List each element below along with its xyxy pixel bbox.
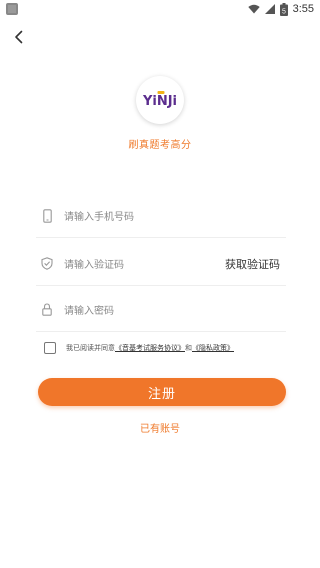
back-button[interactable]: [8, 26, 30, 48]
agreement-checkbox[interactable]: [44, 342, 56, 354]
has-account-link[interactable]: 已有账号: [0, 420, 320, 435]
code-placeholder: 请输入验证码: [64, 260, 124, 271]
battery-icon: 5: [279, 2, 288, 16]
lock-icon: [40, 302, 54, 318]
app-slogan: 刷真题考高分: [128, 140, 192, 151]
status-time: 3:55: [292, 3, 314, 15]
phone-icon: [40, 208, 54, 224]
svg-text:5: 5: [282, 8, 286, 15]
agreement-and: 和: [185, 344, 192, 352]
svg-text:YiNJi: YiNJi: [142, 94, 177, 109]
phone-field[interactable]: 请输入手机号码: [36, 194, 286, 238]
app-logo: YiNJi: [136, 76, 184, 124]
get-code-button[interactable]: 获取验证码: [225, 256, 280, 272]
phone-placeholder: 请输入手机号码: [64, 212, 134, 223]
service-terms-link[interactable]: 《音基考试服务协议》: [115, 343, 185, 353]
shield-icon: [40, 256, 54, 272]
agreement-text: 我已阅读并同意: [66, 344, 115, 352]
chevron-left-icon: [15, 30, 23, 44]
status-icons: 5 3:55: [247, 1, 314, 17]
status-bar: 5 3:55: [0, 0, 320, 18]
register-button[interactable]: 注册: [38, 378, 286, 406]
verification-code-field[interactable]: 请输入验证码 获取验证码: [36, 242, 286, 286]
yinji-logo-mark: YiNJi: [142, 91, 177, 109]
password-placeholder: 请输入密码: [64, 306, 114, 317]
agreement-row: 我已阅读并同意 《音基考试服务协议》 和 《隐私政策》: [44, 341, 234, 355]
signal-icon: [264, 4, 275, 14]
wifi-icon: [247, 4, 260, 14]
privacy-policy-link[interactable]: 《隐私政策》: [192, 343, 234, 353]
password-field[interactable]: 请输入密码: [36, 288, 286, 332]
notification-icon: [6, 3, 18, 15]
